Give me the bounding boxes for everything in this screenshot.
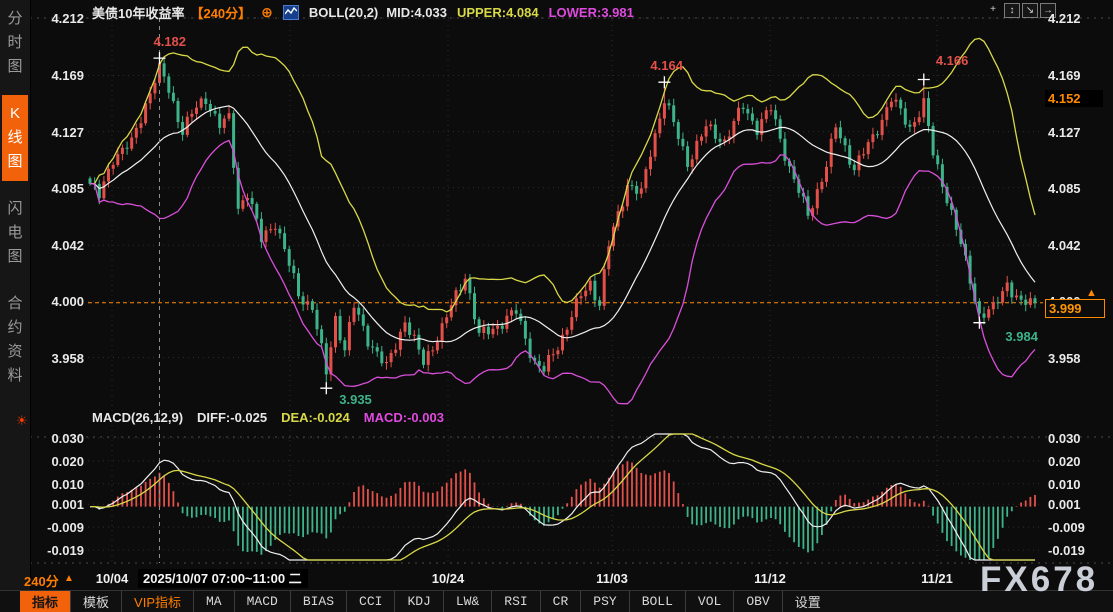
price-marker-3.999: 3.999: [1045, 299, 1105, 318]
menu-item-KDJ[interactable]: KDJ: [395, 591, 443, 612]
macd-axis-label-right: 0.001: [1048, 497, 1102, 512]
sidebar-tab-闪电图[interactable]: 闪 电 图: [2, 190, 28, 276]
macd-header: MACD(26,12,9) DIFF:-0.025 DEA:-0.024 MAC…: [92, 410, 444, 425]
menu-item-RSI[interactable]: RSI: [492, 591, 540, 612]
macd-axis-label-right: 0.030: [1048, 431, 1102, 446]
indicator-alert-icon[interactable]: ☀: [16, 413, 28, 429]
y-axis-label-right: 4.212: [1048, 11, 1102, 26]
extreme-value-label: 4.182: [153, 34, 186, 49]
period-expand-icon[interactable]: ▲: [64, 573, 74, 584]
macd-axis-label-right: 0.020: [1048, 454, 1102, 469]
chart-canvas[interactable]: [0, 0, 1113, 612]
sidebar-tab-分时图[interactable]: 分 时 图: [2, 0, 28, 86]
menu-item-MACD[interactable]: MACD: [235, 591, 291, 612]
x-axis-label: 11/12: [742, 571, 798, 586]
menu-item-LW&[interactable]: LW&: [444, 591, 492, 612]
macd-diff-value: DIFF:-0.025: [197, 410, 267, 425]
y-axis-label-right: 4.042: [1048, 238, 1102, 253]
boll-lower-value: LOWER:3.981: [549, 5, 634, 20]
zoom-vertical-icon[interactable]: ↕: [1004, 3, 1020, 18]
period-indicator[interactable]: 240分: [24, 571, 59, 590]
macd-axis-label-right: 0.010: [1048, 477, 1102, 492]
chart-header: 美债10年收益率 【240分】 ⊕ BOLL(20,2) MID:4.033 U…: [92, 3, 634, 21]
page-title: 美债10年收益率: [92, 3, 184, 22]
y-axis-label-right: 4.169: [1048, 68, 1102, 83]
menu-item-OBV[interactable]: OBV: [734, 591, 782, 612]
sidebar-tab-合约资料[interactable]: 合 约 资 料: [2, 285, 28, 395]
boll-mid-value: MID:4.033: [386, 5, 447, 20]
boll-formula-label: BOLL(20,2): [309, 5, 378, 20]
macd-axis-label: 0.010: [30, 477, 84, 492]
x-axis-label: 10/04: [84, 571, 140, 586]
pan-crosshair-icon[interactable]: +: [986, 3, 1000, 16]
y-axis-label-right: 4.127: [1048, 125, 1102, 140]
menu-item-CCI[interactable]: CCI: [347, 591, 395, 612]
y-axis-label: 3.958: [30, 351, 84, 366]
boll-upper-value: UPPER:4.084: [457, 5, 539, 20]
x-axis-label: 11/21: [909, 571, 965, 586]
sidebar-tab-K线图[interactable]: K 线 图: [2, 95, 28, 181]
macd-axis-label: 0.030: [30, 431, 84, 446]
y-axis-label: 4.212: [30, 11, 84, 26]
y-axis-label: 4.085: [30, 181, 84, 196]
y-axis-label-right: 4.085: [1048, 181, 1102, 196]
macd-axis-label-right: -0.019: [1048, 543, 1102, 558]
price-up-arrow-icon: ▲: [1086, 287, 1097, 299]
price-marker-4.152: 4.152: [1045, 90, 1103, 107]
menu-item-指标[interactable]: 指标: [20, 591, 71, 612]
x-axis-label: 11/03: [584, 571, 640, 586]
menu-item-VIP指标[interactable]: VIP指标: [122, 591, 194, 612]
macd-axis-label: -0.019: [30, 543, 84, 558]
macd-axis-label-right: -0.009: [1048, 520, 1102, 535]
y-axis-label-right: 3.958: [1048, 351, 1102, 366]
menu-item-VOL[interactable]: VOL: [686, 591, 734, 612]
chart-type-sidebar: 分 时 图 K 线 图闪 电 图合 约 资 料: [0, 0, 31, 590]
x-axis-label: 10/24: [420, 571, 476, 586]
menu-item-MA[interactable]: MA: [194, 591, 235, 612]
zoom-axes-icon[interactable]: ↘: [1022, 3, 1038, 18]
menu-item-BOLL[interactable]: BOLL: [630, 591, 686, 612]
y-axis-label: 4.169: [30, 68, 84, 83]
menu-item-PSY[interactable]: PSY: [581, 591, 629, 612]
extreme-value-label: 4.164: [650, 58, 683, 73]
macd-macd-value: MACD:-0.003: [364, 410, 444, 425]
y-axis-label: 4.000: [30, 294, 84, 309]
watermark: FX678: [980, 560, 1098, 600]
menu-item-设置[interactable]: 设置: [783, 591, 833, 612]
y-axis-label: 4.042: [30, 238, 84, 253]
extreme-value-label: 3.984: [1005, 329, 1038, 344]
indicator-menu-bar: 指标模板VIP指标MAMACDBIASCCIKDJLW&RSICRPSYBOLL…: [0, 590, 1113, 612]
macd-axis-label: 0.001: [30, 497, 84, 512]
macd-formula-label: MACD(26,12,9): [92, 410, 183, 425]
macd-dea-value: DEA:-0.024: [281, 410, 350, 425]
y-axis-label: 4.127: [30, 125, 84, 140]
extreme-value-label: 3.935: [339, 392, 372, 407]
add-indicator-icon[interactable]: ⊕: [261, 4, 273, 21]
macd-axis-label: 0.020: [30, 454, 84, 469]
macd-axis-label: -0.009: [30, 520, 84, 535]
extreme-value-label: 4.166: [936, 53, 969, 68]
trading-chart-app: 分 时 图 K 线 图闪 电 图合 约 资 料 美债10年收益率 【240分】 ⊕…: [0, 0, 1113, 612]
menu-item-BIAS[interactable]: BIAS: [291, 591, 347, 612]
menu-item-模板[interactable]: 模板: [71, 591, 122, 612]
boll-indicator-icon[interactable]: [283, 5, 299, 20]
menu-item-CR[interactable]: CR: [541, 591, 582, 612]
crosshair-time-tooltip: 2025/10/07 07:00~11:00 二: [138, 569, 308, 588]
period-tag: 【240分】: [190, 3, 251, 22]
